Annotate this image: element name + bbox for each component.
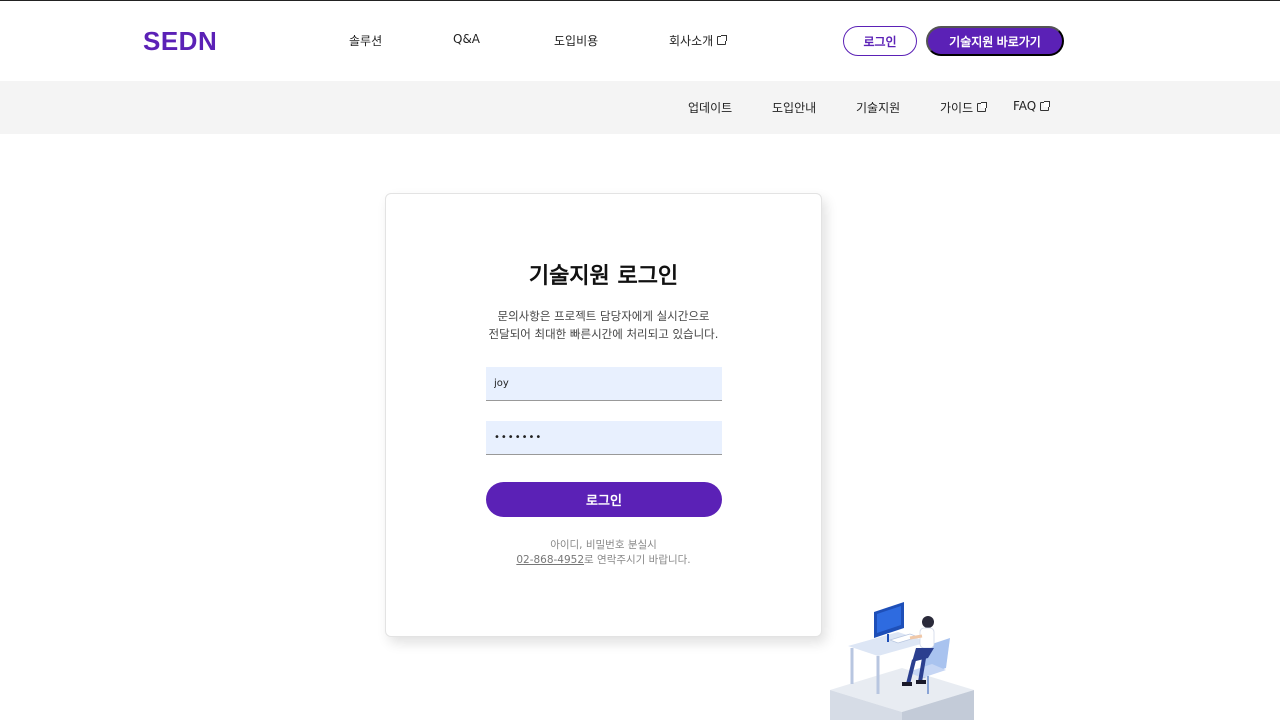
help-line-2: 02-868-4952로 연락주시기 바랍니다. — [386, 553, 821, 568]
subnav-label: 기술지원 — [856, 101, 901, 115]
nav-label: Q&A — [453, 32, 481, 46]
password-input[interactable] — [486, 421, 722, 455]
support-agent-illustration — [830, 602, 974, 720]
external-link-icon — [977, 102, 988, 112]
sub-navigation: 업데이트 도입안내 기술지원 가이드 FAQ — [0, 81, 1280, 134]
login-title: 기술지원 로그인 — [528, 264, 679, 289]
header-login-button[interactable]: 로그인 — [843, 26, 917, 56]
subnav-label: 가이드 — [940, 101, 974, 115]
subnav-guide[interactable]: 가이드 — [940, 99, 988, 116]
login-description: 문의사항은 프로젝트 담당자에게 실시간으로 전달되어 최대한 빠른시간에 처리… — [386, 307, 821, 343]
nav-label: 솔루션 — [349, 34, 383, 48]
help-line-1: 아이디, 비밀번호 분실시 — [550, 539, 657, 551]
subnav-label: FAQ — [1013, 99, 1037, 113]
tech-support-button[interactable]: 기술지원 바로가기 — [926, 26, 1064, 56]
subnav-faq[interactable]: FAQ — [1013, 99, 1051, 113]
username-input[interactable] — [486, 367, 722, 401]
help-phone-link[interactable]: 02-868-4952 — [516, 554, 584, 566]
help-text: 아이디, 비밀번호 분실시 02-868-4952로 연락주시기 바랍니다. — [386, 538, 821, 568]
main-header: SEDN 솔루션 Q&A 도입비용 회사소개 로그인 기술지원 바로가기 — [0, 1, 1280, 81]
subnav-label: 도입안내 — [772, 101, 817, 115]
description-line-1: 문의사항은 프로젝트 담당자에게 실시간으로 — [497, 309, 710, 323]
external-link-icon — [1040, 100, 1051, 111]
nav-qna[interactable]: Q&A — [453, 32, 480, 46]
nav-label: 회사소개 — [669, 34, 714, 48]
subnav-tech-support[interactable]: 기술지원 — [856, 99, 900, 116]
subnav-update[interactable]: 업데이트 — [688, 99, 732, 116]
description-line-2: 전달되어 최대한 빠른시간에 처리되고 있습니다. — [488, 327, 719, 341]
help-line-2-suffix: 로 연락주시기 바랍니다. — [584, 554, 691, 566]
login-submit-button[interactable]: 로그인 — [486, 482, 722, 517]
subnav-guide-intro[interactable]: 도입안내 — [772, 99, 816, 116]
nav-cost[interactable]: 도입비용 — [554, 32, 598, 49]
external-link-icon — [717, 35, 728, 45]
login-card: 기술지원 로그인 문의사항은 프로젝트 담당자에게 실시간으로 전달되어 최대한… — [385, 193, 822, 637]
nav-label: 도입비용 — [554, 34, 599, 48]
nav-company[interactable]: 회사소개 — [669, 32, 728, 49]
subnav-label: 업데이트 — [688, 101, 733, 115]
logo[interactable]: SEDN — [143, 26, 217, 57]
nav-solution[interactable]: 솔루션 — [349, 32, 382, 49]
